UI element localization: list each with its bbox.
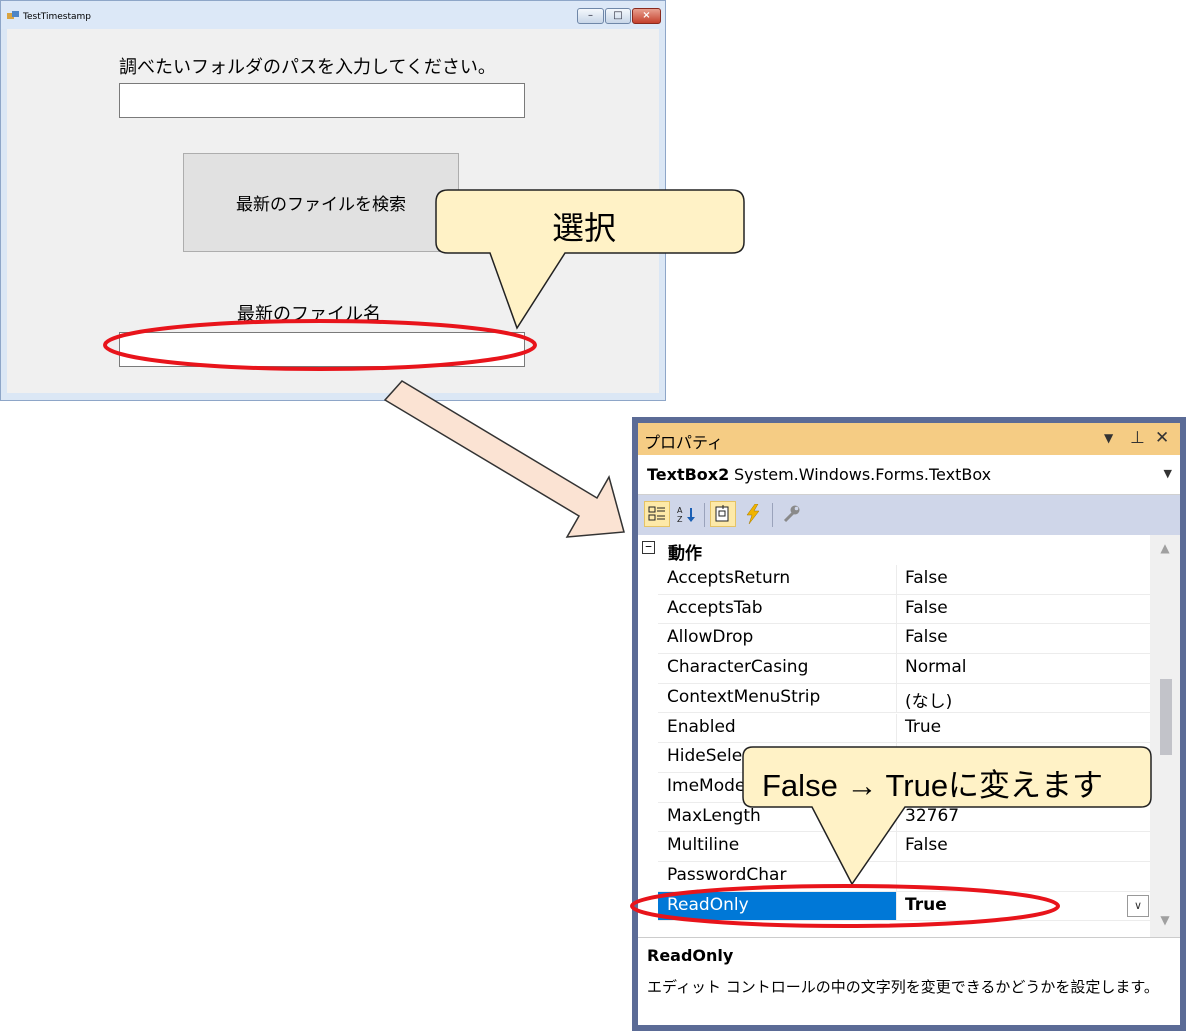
annotation-overlay-2 — [630, 746, 1152, 928]
readonly-highlight-ellipse — [630, 884, 1060, 928]
change-callout-text: False → Trueに変えます — [762, 768, 1104, 803]
